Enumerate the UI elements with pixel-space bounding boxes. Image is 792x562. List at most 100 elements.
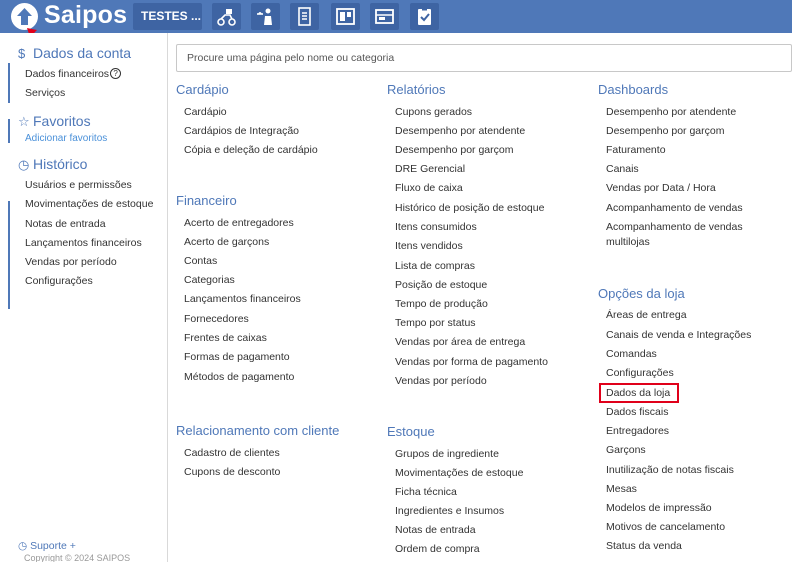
sidebar-item-servicos[interactable]: Serviços [25, 87, 65, 99]
menu-link[interactable]: Posição de estoque [395, 279, 487, 292]
menu-link[interactable]: Vendas por forma de pagamento [395, 356, 548, 369]
menu-link[interactable]: Mesas [606, 483, 637, 496]
menu-link[interactable]: Modelos de impressão [606, 502, 712, 515]
menu-link[interactable]: Movimentações de estoque [395, 467, 523, 480]
menu-link[interactable]: Formas de pagamento [184, 351, 290, 364]
checklist-icon[interactable] [410, 3, 439, 30]
dollar-icon: $ [18, 46, 26, 61]
menu-link[interactable]: Acompanhamento de vendas [606, 221, 743, 234]
menu-link[interactable]: multilojas [606, 236, 650, 249]
menu-link[interactable]: Status da venda [606, 540, 682, 553]
sidebar-item-lancamentos[interactable]: Lançamentos financeiros [25, 237, 142, 249]
sidebar-section-favorites[interactable]: ☆ Favoritos [18, 113, 91, 130]
menu-link[interactable]: Desempenho por garçom [606, 125, 724, 138]
clock-icon: ◷ [18, 540, 31, 552]
menu-link[interactable]: Canais [606, 163, 639, 176]
help-icon[interactable]: ? [110, 68, 122, 79]
menu-link[interactable]: Fluxo de caixa [395, 182, 463, 195]
menu-link[interactable]: Itens consumidos [395, 221, 477, 234]
copyright-text: Copyright © 2024 SAIPOS [24, 553, 131, 562]
menu-link[interactable]: Tempo de produção [395, 298, 488, 311]
menu-link[interactable]: Vendas por período [395, 375, 487, 388]
sidebar-item-dados-financeiros[interactable]: Dados financeiros? [25, 68, 122, 80]
menu-link[interactable]: Entregadores [606, 425, 669, 438]
menu-link[interactable]: Canais de venda e Integrações [606, 329, 751, 342]
menu-link[interactable]: Motivos de cancelamento [606, 521, 725, 534]
annotation-highlight-box [599, 383, 679, 403]
sidebar-edge-mark [8, 63, 10, 103]
star-icon: ☆ [18, 114, 30, 129]
top-navbar: Saipos TESTES ... [0, 0, 792, 33]
menu-link[interactable]: Notas de entrada [395, 524, 476, 537]
sidebar-section-account[interactable]: $ Dados da conta [18, 45, 131, 61]
sidebar-section-title: Histórico [33, 156, 88, 172]
menu-link[interactable]: Cadastro de clientes [184, 447, 280, 460]
category-title-financeiro: Financeiro [176, 193, 237, 208]
waiter-tray-icon[interactable] [251, 3, 280, 30]
menu-link[interactable]: Acerto de garçons [184, 236, 269, 249]
menu-link[interactable]: Ordem de compra [395, 543, 480, 556]
category-title-relacionamento: Relacionamento com cliente [176, 423, 340, 438]
menu-link[interactable]: Cupons de desconto [184, 466, 280, 479]
cash-register-icon[interactable] [370, 3, 399, 30]
sidebar: $ Dados da conta Dados financeiros? Servi… [0, 33, 168, 562]
sidebar-section-title: Dados da conta [33, 45, 132, 61]
menu-link[interactable]: Itens vendidos [395, 240, 463, 253]
table-layout-icon[interactable] [331, 3, 360, 30]
menu-link[interactable]: Configurações [606, 367, 674, 380]
menu-link[interactable]: Faturamento [606, 144, 666, 157]
sidebar-item-movimentacoes[interactable]: Movimentações de estoque [25, 198, 153, 210]
order-slip-icon[interactable] [290, 3, 319, 30]
menu-link[interactable]: Áreas de entrega [606, 309, 687, 322]
menu-link[interactable]: Contas [184, 255, 217, 268]
menu-link[interactable]: Vendas por Data / Hora [606, 182, 716, 195]
menu-link[interactable]: Cupons gerados [395, 106, 472, 119]
menu-link[interactable]: Dados fiscais [606, 406, 668, 419]
menu-link[interactable]: Cópia e deleção de cardápio [184, 144, 318, 157]
sidebar-item-notas-entrada[interactable]: Notas de entrada [25, 218, 106, 230]
menu-link[interactable]: Lista de compras [395, 260, 475, 273]
sidebar-item-vendas-periodo[interactable]: Vendas por período [25, 256, 117, 268]
menu-link[interactable]: Comandas [606, 348, 657, 361]
sidebar-edge-mark [8, 119, 10, 143]
sidebar-edge-mark [8, 201, 10, 309]
add-favorites-link[interactable]: Adicionar favoritos [25, 133, 107, 144]
saipos-logo[interactable]: Saipos [44, 1, 127, 30]
sidebar-section-title: Favoritos [33, 113, 91, 129]
menu-link[interactable]: Ingredientes e Insumos [395, 505, 504, 518]
back-up-arrow-icon[interactable] [11, 3, 38, 30]
menu-link[interactable]: Garçons [606, 444, 646, 457]
sidebar-section-history[interactable]: ◷ Histórico [18, 156, 87, 173]
sidebar-item-configuracoes[interactable]: Configurações [25, 275, 93, 287]
support-link[interactable]: ◷ Suporte + [18, 540, 76, 552]
delivery-scooter-icon[interactable] [212, 3, 241, 30]
menu-link[interactable]: Acompanhamento de vendas [606, 202, 743, 215]
menu-link[interactable]: Grupos de ingrediente [395, 448, 499, 461]
menu-link[interactable]: Desempenho por atendente [395, 125, 525, 138]
menu-link[interactable]: Vendas por área de entrega [395, 336, 525, 349]
menu-link[interactable]: Categorias [184, 274, 235, 287]
menu-link[interactable]: Métodos de pagamento [184, 371, 294, 384]
menu-link[interactable]: Inutilização de notas fiscais [606, 464, 734, 477]
menu-link[interactable]: DRE Gerencial [395, 163, 465, 176]
menu-link[interactable]: Tempo por status [395, 317, 476, 330]
menu-link[interactable]: Histórico de posição de estoque [395, 202, 544, 215]
clock-icon: ◷ [18, 157, 30, 172]
category-title-cardapio: Cardápio [176, 82, 229, 97]
menu-link[interactable]: Desempenho por garçom [395, 144, 513, 157]
menu-link[interactable]: Fornecedores [184, 313, 249, 326]
menu-link[interactable]: Cardápio [184, 106, 227, 119]
support-label: Suporte + [30, 540, 76, 552]
sidebar-item-label: Dados financeiros [25, 68, 110, 80]
menu-link[interactable]: Acerto de entregadores [184, 217, 294, 230]
menu-link[interactable]: Frentes de caixas [184, 332, 267, 345]
menu-link[interactable]: Ficha técnica [395, 486, 457, 499]
menu-link[interactable]: Cardápios de Integração [184, 125, 299, 138]
menu-link[interactable]: Lançamentos financeiros [184, 293, 301, 306]
store-selector-button[interactable]: TESTES ... [133, 3, 202, 30]
menu-link[interactable]: Desempenho por atendente [606, 106, 736, 119]
category-title-dashboards: Dashboards [598, 82, 669, 97]
search-input[interactable] [176, 44, 792, 72]
sidebar-item-usuarios[interactable]: Usuários e permissões [25, 179, 132, 191]
category-title-estoque: Estoque [387, 424, 435, 439]
